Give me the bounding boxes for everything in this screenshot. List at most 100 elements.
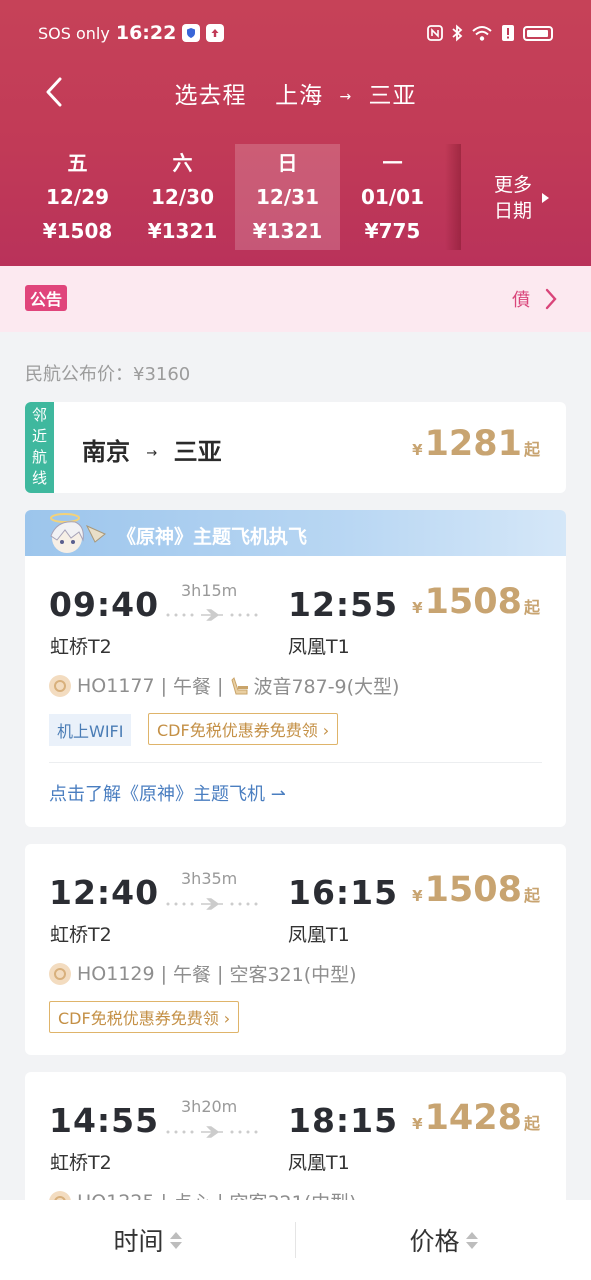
- wifi-icon: [472, 26, 492, 41]
- status-icons: [427, 24, 553, 42]
- date-day: 12/31: [256, 185, 319, 209]
- page-title: 选去程 上海 → 三亚: [0, 76, 591, 110]
- meal: 午餐: [173, 676, 212, 698]
- date-day: 12/29: [46, 185, 109, 209]
- sort-time-label: 时间: [113, 1227, 164, 1256]
- cdf-coupon-button[interactable]: CDF免税优惠券免费领 ›: [49, 1001, 240, 1033]
- flight-duration: 3h20m: [181, 1097, 238, 1116]
- airline-logo-icon: [49, 674, 71, 697]
- carrier-text: SOS only: [38, 23, 110, 43]
- departure-time: 14:55: [49, 1101, 160, 1140]
- price-suffix: 起: [523, 1114, 540, 1133]
- departure-time: 12:40: [49, 873, 160, 912]
- arrival-terminal: 凤凰T1: [288, 1152, 350, 1174]
- separator: |: [160, 674, 168, 697]
- nearby-origin: 南京: [82, 438, 130, 466]
- separator: |: [160, 962, 168, 985]
- aircraft-type: 空客321(中型): [229, 964, 357, 986]
- notice-badge: 公告: [25, 285, 68, 311]
- destination-city: 三亚: [368, 83, 417, 109]
- date-item-1230[interactable]: 六 12/30 ¥1321: [130, 144, 235, 250]
- arrival-time: 18:15: [288, 1101, 399, 1140]
- arrival-time: 16:15: [288, 873, 399, 912]
- nfc-icon: [427, 25, 443, 41]
- cdf-coupon-button[interactable]: CDF免税优惠券免费领 ›: [148, 713, 339, 745]
- date-price: ¥775: [364, 219, 421, 243]
- date-selector: 五 12/29 ¥1508 六 12/30 ¥1321 日 12/31 ¥132…: [25, 144, 465, 250]
- price-value: 1428: [424, 1098, 522, 1138]
- sort-by-price-button[interactable]: 价格: [296, 1222, 591, 1258]
- nearby-tag: 邻 近 航 线: [25, 402, 54, 493]
- header: SOS only 16:22 选去程 上海 → 三亚 五 12/29 ¥1508: [0, 0, 591, 266]
- date-weekday: 日: [277, 151, 298, 175]
- nearby-route: 南京 → 三亚: [82, 432, 222, 467]
- separator: |: [217, 674, 224, 697]
- notice-text: 僨: [512, 290, 530, 311]
- date-day: 12/30: [151, 185, 214, 209]
- date-day: 01/01: [361, 185, 424, 209]
- departure-terminal: 虹桥T2: [50, 924, 112, 946]
- flight-number: HO1177: [77, 674, 155, 697]
- notice-bar[interactable]: 公告 僨: [0, 266, 591, 332]
- price-suffix: 起: [523, 598, 540, 617]
- wifi-tag: 机上WIFI: [49, 714, 132, 746]
- chevron-right-icon: ›: [218, 1009, 231, 1028]
- theme-plane-banner: 《原神》主题飞机执飞: [25, 510, 566, 556]
- flight-card-ho1177[interactable]: 09:40 3h15m 12:55 ¥1508 起 虹桥T2 凤凰T1 HO117…: [25, 556, 566, 827]
- currency-symbol: ¥: [412, 599, 423, 617]
- cdf-coupon-label: CDF免税优惠券免费领: [58, 1009, 219, 1028]
- chevron-right-icon: [545, 288, 557, 310]
- more-dates-button[interactable]: 更多 日期: [494, 172, 550, 224]
- price-value: 1508: [424, 582, 522, 622]
- currency-symbol: ¥: [412, 441, 423, 459]
- price-value: 1508: [424, 870, 522, 910]
- divider: [49, 762, 542, 763]
- meal: 午餐: [173, 964, 212, 986]
- separator: |: [217, 962, 224, 985]
- status-bar: SOS only 16:22: [38, 20, 553, 46]
- more-dates-line2: 日期: [494, 200, 533, 222]
- price-suffix: 起: [523, 440, 540, 459]
- theme-plane-link[interactable]: 点击了解《原神》主题飞机 ⇀: [49, 780, 286, 806]
- more-dates-line1: 更多: [494, 174, 533, 196]
- flight-duration: 3h35m: [181, 869, 238, 888]
- arrival-time: 12:55: [288, 585, 399, 624]
- date-price: ¥1508: [42, 219, 113, 243]
- flight-price: ¥1508 起: [412, 870, 540, 910]
- flight-price: ¥1508 起: [412, 582, 540, 622]
- flight-info: HO1177 | 午餐 | 波音787-9(大型): [49, 672, 399, 699]
- character-illustration-icon: [50, 513, 106, 553]
- sort-price-label: 价格: [409, 1227, 460, 1256]
- nearby-price: ¥1281 起: [412, 424, 540, 464]
- date-weekday: 六: [172, 151, 193, 175]
- seat-icon: [231, 676, 249, 694]
- dates-scroll-shadow: [445, 144, 461, 250]
- date-price: ¥1321: [147, 219, 218, 243]
- flight-path-plane-icon: [166, 609, 258, 621]
- published-price: 民航公布价：¥3160: [25, 364, 191, 385]
- theme-banner-text: 《原神》主题飞机执飞: [117, 526, 308, 548]
- cdf-coupon-label: CDF免税优惠券免费领: [157, 721, 318, 740]
- sort-caret-icon: [465, 1231, 478, 1249]
- date-item-1229[interactable]: 五 12/29 ¥1508: [25, 144, 130, 250]
- shield-app-icon: [182, 24, 201, 42]
- flight-duration: 3h15m: [181, 581, 238, 600]
- flight-info: HO1129 | 午餐 | 空客321(中型): [49, 960, 357, 987]
- chevron-right-icon: ›: [317, 721, 330, 740]
- date-item-1231-selected[interactable]: 日 12/31 ¥1321: [235, 144, 340, 250]
- nearby-destination: 三亚: [173, 438, 222, 466]
- date-item-0101[interactable]: 一 01/01 ¥775: [340, 144, 445, 250]
- upload-app-icon: [206, 24, 225, 42]
- theme-plane-link-text: 点击了解《原神》主题飞机: [49, 784, 265, 805]
- battery-icon: [523, 25, 553, 41]
- nearby-route-card[interactable]: 邻 近 航 线 南京 → 三亚 ¥1281 起: [25, 402, 566, 493]
- price-value: 1281: [424, 424, 522, 464]
- flight-number: HO1129: [77, 962, 155, 985]
- triangle-right-icon: [542, 193, 550, 203]
- departure-time: 09:40: [49, 585, 160, 624]
- nearby-tag-char: 航: [31, 448, 47, 466]
- sort-by-time-button[interactable]: 时间: [0, 1222, 295, 1258]
- flight-card-ho1129[interactable]: 12:40 3h35m 16:15 ¥1508 起 虹桥T2 凤凰T1 HO112…: [25, 844, 566, 1055]
- arrival-terminal: 凤凰T1: [288, 636, 350, 658]
- nearby-tag-char: 近: [31, 427, 47, 445]
